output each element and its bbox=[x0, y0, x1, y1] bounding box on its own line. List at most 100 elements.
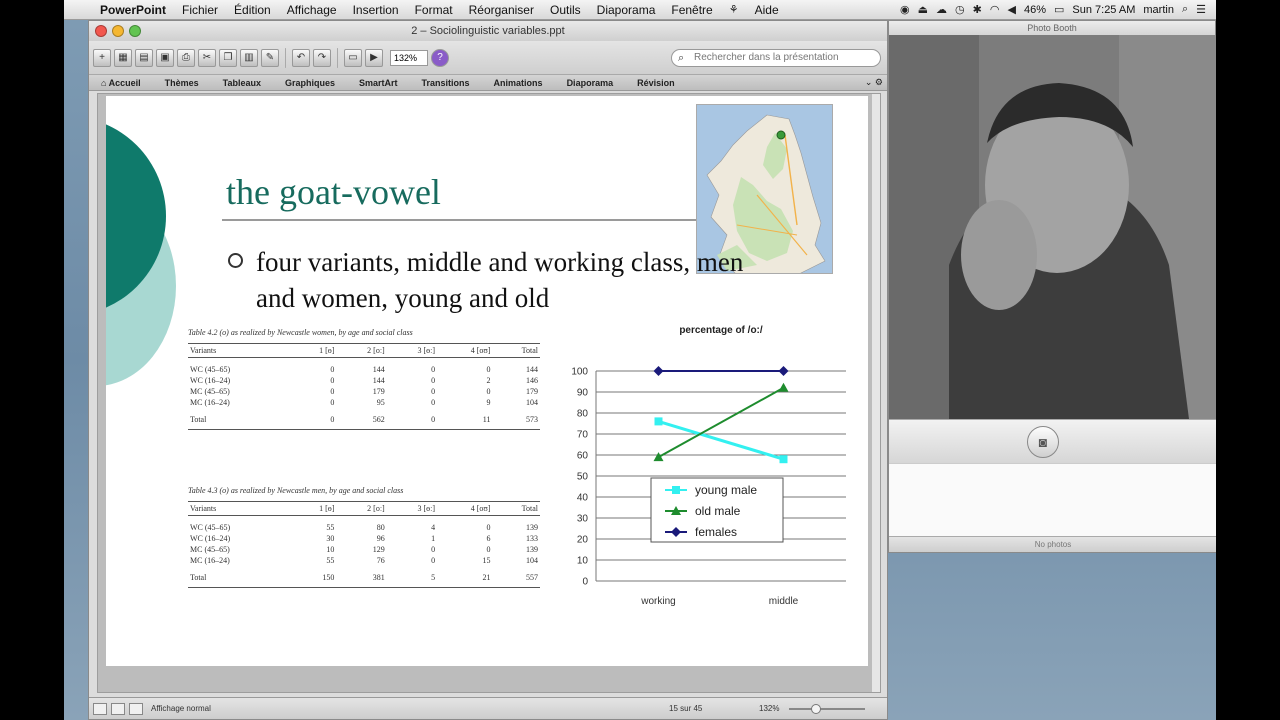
normal-view-button[interactable] bbox=[93, 702, 107, 715]
vertical-scrollbar[interactable] bbox=[872, 94, 880, 692]
cell: 381 bbox=[336, 565, 387, 588]
table-header: Total bbox=[492, 343, 540, 358]
cell: 6 bbox=[486, 533, 491, 543]
paste-icon[interactable]: ▥ bbox=[240, 48, 258, 67]
open-icon[interactable]: ▤ bbox=[135, 48, 153, 67]
menu-edition[interactable]: Édition bbox=[226, 3, 279, 17]
help-icon[interactable]: ? bbox=[431, 48, 449, 67]
undo-icon[interactable]: ↶ bbox=[292, 48, 310, 67]
eject-icon[interactable]: ⏏ bbox=[918, 3, 928, 16]
bluetooth-icon[interactable]: ✱ bbox=[973, 3, 982, 16]
photo-tray bbox=[889, 463, 1216, 537]
zoom-slider-handle[interactable] bbox=[811, 704, 821, 714]
wifi-icon[interactable]: ◠ bbox=[990, 3, 1000, 16]
menu-format[interactable]: Format bbox=[407, 3, 461, 17]
insert-slide-icon[interactable]: ▭ bbox=[344, 48, 362, 67]
close-button[interactable] bbox=[95, 25, 107, 37]
menu-aide[interactable]: Aide bbox=[747, 3, 787, 17]
menu-fichier[interactable]: Fichier bbox=[174, 3, 226, 17]
slideshow-icon[interactable]: ▶ bbox=[365, 48, 383, 67]
legend-label: young male bbox=[695, 483, 757, 497]
search-field[interactable]: ⌕ Rechercher dans la présentation bbox=[671, 48, 881, 67]
table-row: WC (16–24) 30 96 1 6 133 bbox=[188, 533, 540, 544]
table-women[interactable]: Table 4.2 (o) as realized by Newcastle w… bbox=[188, 328, 540, 430]
tab-revision[interactable]: Révision bbox=[625, 78, 687, 88]
menu-reorganiser[interactable]: Réorganiser bbox=[461, 3, 542, 17]
cell: 129 bbox=[372, 544, 385, 554]
slide-canvas[interactable]: the goat-vowel four variants, middle and… bbox=[106, 96, 868, 666]
zoom-field[interactable]: 132% bbox=[390, 49, 428, 66]
battery-percent[interactable]: 46% bbox=[1024, 4, 1046, 16]
window-titlebar[interactable]: 2 – Sociolinguistic variables.ppt bbox=[89, 21, 887, 41]
screen: PowerPoint Fichier Édition Affichage Ins… bbox=[64, 0, 1216, 720]
cell: MC (16–24) bbox=[190, 555, 230, 565]
menu-fenetre[interactable]: Fenêtre bbox=[663, 3, 720, 17]
sync-icon[interactable]: ◉ bbox=[900, 3, 910, 16]
script-menu-icon[interactable]: ⚘ bbox=[721, 3, 747, 16]
tab-smartart[interactable]: SmartArt bbox=[347, 78, 410, 88]
new-icon[interactable]: + bbox=[93, 48, 111, 67]
table-header: Total bbox=[492, 501, 540, 516]
slide-title[interactable]: the goat-vowel bbox=[226, 171, 441, 213]
zoom-slider-track[interactable] bbox=[789, 708, 865, 710]
tab-accueil[interactable]: ⌂ Accueil bbox=[97, 78, 153, 88]
menu-outils[interactable]: Outils bbox=[542, 3, 589, 17]
slideshow-view-button[interactable] bbox=[129, 702, 143, 715]
gallery-icon[interactable]: ▦ bbox=[114, 48, 132, 67]
volume-icon[interactable]: ◀ bbox=[1007, 3, 1015, 16]
legend-label: old male bbox=[695, 504, 741, 518]
toolbar-separator bbox=[337, 47, 338, 68]
table-men[interactable]: Table 4.3 (o) as realized by Newcastle m… bbox=[188, 486, 540, 588]
copy-icon[interactable]: ❐ bbox=[219, 48, 237, 67]
y-tick-label: 30 bbox=[577, 514, 589, 525]
menu-insertion[interactable]: Insertion bbox=[345, 3, 407, 17]
y-tick-label: 80 bbox=[577, 409, 589, 420]
tab-graphiques[interactable]: Graphiques bbox=[273, 78, 347, 88]
app-menu[interactable]: PowerPoint bbox=[92, 3, 174, 17]
cell: 10 bbox=[326, 544, 335, 554]
clock[interactable]: Sun 7:25 AM bbox=[1072, 4, 1135, 16]
powerpoint-window: 2 – Sociolinguistic variables.ppt + ▦ ▤ … bbox=[88, 20, 888, 720]
spotlight-icon[interactable]: ⌕ bbox=[1182, 3, 1188, 16]
line-chart[interactable]: percentage of /o:/ 0 10 20 30 40 50 60 70 80 90 100… bbox=[556, 321, 866, 611]
menu-affichage[interactable]: Affichage bbox=[279, 3, 345, 17]
cut-icon[interactable]: ✂ bbox=[198, 48, 216, 67]
tab-animations[interactable]: Animations bbox=[482, 78, 555, 88]
camera-icon: ◙ bbox=[1038, 434, 1048, 450]
tab-transitions[interactable]: Transitions bbox=[410, 78, 482, 88]
tab-tableaux[interactable]: Tableaux bbox=[211, 78, 273, 88]
user-name[interactable]: martin bbox=[1143, 4, 1174, 16]
format-painter-icon[interactable]: ✎ bbox=[261, 48, 279, 67]
cell: 150 bbox=[291, 565, 337, 588]
menu-bar: PowerPoint Fichier Édition Affichage Ins… bbox=[64, 0, 1216, 20]
minimize-button[interactable] bbox=[112, 25, 124, 37]
data-point bbox=[779, 455, 788, 464]
cloud-icon[interactable]: ☁ bbox=[936, 3, 947, 16]
photobooth-titlebar[interactable]: Photo Booth bbox=[889, 21, 1215, 35]
battery-icon[interactable]: ▭ bbox=[1054, 3, 1064, 16]
tab-themes[interactable]: Thèmes bbox=[153, 78, 211, 88]
slide-sorter-button[interactable] bbox=[111, 702, 125, 715]
data-point bbox=[778, 366, 789, 376]
cell: 5 bbox=[386, 565, 438, 588]
tab-label: Accueil bbox=[108, 77, 141, 88]
camera-preview bbox=[889, 35, 1216, 419]
redo-icon[interactable]: ↷ bbox=[313, 48, 331, 67]
cell: 144 bbox=[372, 375, 385, 385]
view-label: Affichage normal bbox=[151, 704, 211, 713]
bullet-text[interactable]: four variants, middle and working class,… bbox=[256, 244, 756, 316]
print-icon[interactable]: ⎙ bbox=[177, 48, 195, 67]
cell: 573 bbox=[492, 407, 540, 430]
y-tick-label: 90 bbox=[577, 388, 589, 399]
tab-diaporama[interactable]: Diaporama bbox=[555, 78, 626, 88]
menu-diaporama[interactable]: Diaporama bbox=[589, 3, 664, 17]
camera-shutter-button[interactable]: ◙ bbox=[1027, 426, 1059, 458]
cell: 95 bbox=[376, 397, 385, 407]
ribbon-collapse-icon[interactable]: ⌄ ⚙ bbox=[865, 77, 887, 88]
table-row: WC (16–24) 0 144 0 2 146 bbox=[188, 375, 540, 386]
save-icon[interactable]: ▣ bbox=[156, 48, 174, 67]
zoom-button[interactable] bbox=[129, 25, 141, 37]
cell: 0 bbox=[330, 397, 335, 407]
notification-center-icon[interactable]: ☰ bbox=[1196, 3, 1206, 16]
time-machine-icon[interactable]: ◷ bbox=[955, 3, 965, 16]
